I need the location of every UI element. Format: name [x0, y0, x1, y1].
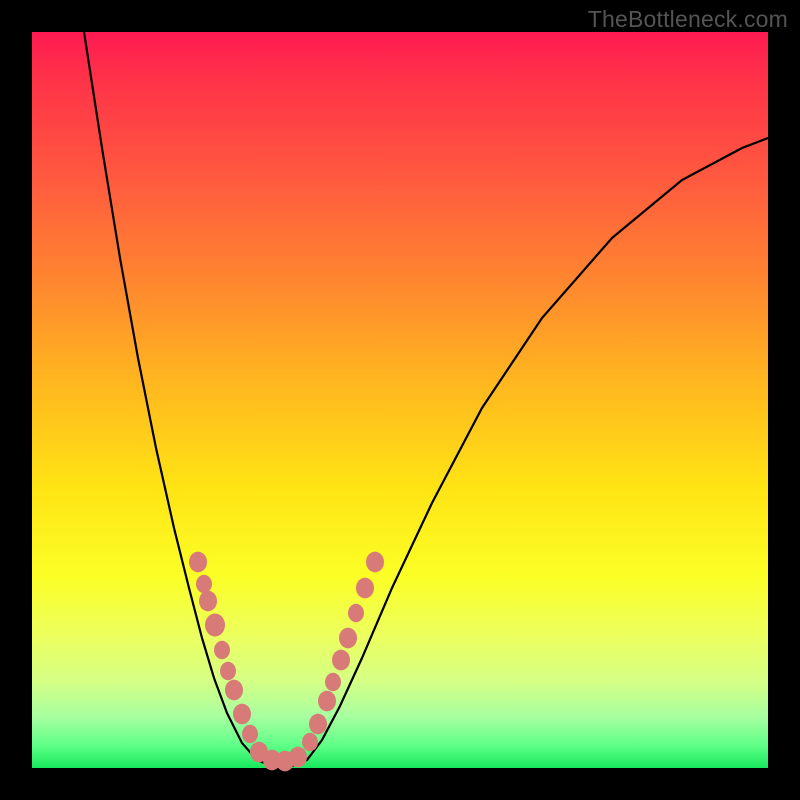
markers-right	[302, 552, 384, 752]
data-marker	[318, 691, 336, 712]
data-marker	[205, 614, 225, 637]
left-curve	[84, 32, 272, 766]
markers-left	[189, 552, 258, 744]
data-marker	[225, 680, 243, 701]
watermark-text: TheBottleneck.com	[588, 6, 788, 33]
data-marker	[199, 591, 217, 612]
data-marker	[214, 641, 230, 659]
data-marker	[196, 575, 212, 593]
data-marker	[233, 704, 251, 725]
data-marker	[356, 578, 374, 599]
data-marker	[348, 604, 364, 622]
data-marker	[189, 552, 207, 573]
data-marker	[289, 747, 307, 768]
markers-bottom	[250, 742, 307, 772]
data-marker	[220, 662, 236, 680]
chart-svg	[32, 32, 768, 768]
data-marker	[302, 733, 318, 751]
data-marker	[242, 725, 258, 743]
data-marker	[325, 673, 341, 691]
right-curve	[292, 138, 768, 766]
chart-frame: TheBottleneck.com	[0, 0, 800, 800]
chart-plot-area	[32, 32, 768, 768]
data-marker	[332, 650, 350, 671]
data-marker	[366, 552, 384, 573]
data-marker	[309, 714, 327, 735]
data-marker	[339, 628, 357, 649]
